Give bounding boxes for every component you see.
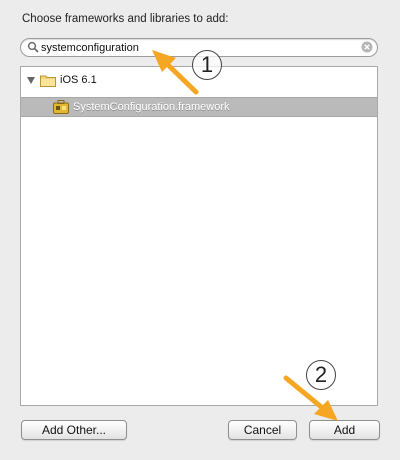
list-group-label: iOS 6.1 xyxy=(60,74,97,86)
framework-icon xyxy=(53,100,69,114)
list-group-ios[interactable]: iOS 6.1 xyxy=(21,71,377,91)
search-input[interactable]: systemconfiguration xyxy=(41,41,139,55)
search-icon xyxy=(27,41,39,53)
search-field[interactable]: systemconfiguration xyxy=(20,38,378,57)
dialog-prompt: Choose frameworks and libraries to add: xyxy=(22,13,229,25)
disclosure-triangle-icon[interactable] xyxy=(27,77,35,84)
folder-icon xyxy=(40,75,56,87)
add-button[interactable]: Add xyxy=(309,420,380,440)
clear-icon[interactable] xyxy=(361,41,373,53)
list-item-label: SystemConfiguration.framework xyxy=(73,101,230,113)
add-frameworks-dialog: Choose frameworks and libraries to add: … xyxy=(0,0,400,460)
framework-list[interactable]: iOS 6.1 SystemConfiguration.framework xyxy=(20,66,378,406)
list-item-systemconfiguration[interactable]: SystemConfiguration.framework xyxy=(21,97,377,117)
cancel-button[interactable]: Cancel xyxy=(228,420,297,440)
add-other-button[interactable]: Add Other... xyxy=(21,420,127,440)
